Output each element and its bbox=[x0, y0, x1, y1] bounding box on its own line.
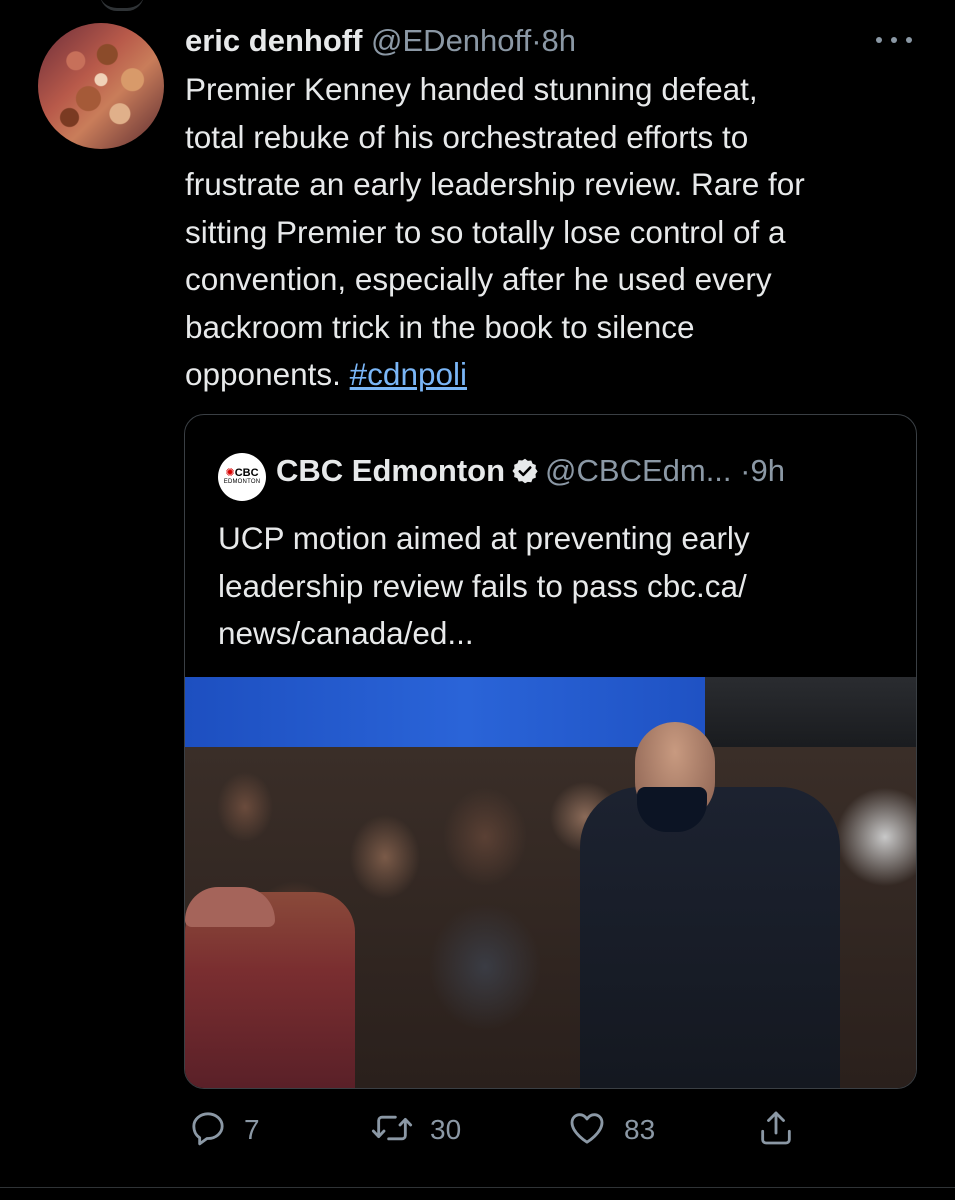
quoted-tweet-header: CBC Edmonton @CBCEdm... ·9h bbox=[276, 452, 785, 494]
quoted-tweet-body: UCP motion aimed at preventing early lea… bbox=[218, 515, 750, 658]
reply-count: 7 bbox=[244, 1114, 260, 1145]
tweet-timestamp[interactable]: 8h bbox=[542, 23, 576, 58]
tweet-text-line: frustrate an early leadership review. Ra… bbox=[185, 166, 805, 202]
reply-icon bbox=[188, 1108, 228, 1153]
quoted-text-line: UCP motion aimed at preventing early bbox=[218, 520, 750, 556]
more-options-icon[interactable] bbox=[876, 22, 912, 58]
tweet-body: Premier Kenney handed stunning defeat, t… bbox=[185, 66, 925, 399]
like-button[interactable]: 83 bbox=[566, 1108, 655, 1152]
thread-connector bbox=[100, 0, 144, 11]
tweet-text-line: backroom trick in the book to silence bbox=[185, 308, 695, 345]
tweet-text-line: Premier Kenney handed stunning defeat, bbox=[185, 71, 758, 107]
photo-man-in-suit bbox=[580, 787, 840, 1088]
author-handle[interactable]: @EDenhoff bbox=[371, 23, 531, 58]
author-name[interactable]: eric denhoff bbox=[185, 23, 362, 58]
quoted-author-handle[interactable]: @CBCEdm... bbox=[545, 453, 732, 488]
share-button[interactable] bbox=[756, 1108, 796, 1152]
cbc-logo-avatar[interactable]: ✺CBC EDMONTON bbox=[218, 453, 266, 501]
quoted-tweet-timestamp[interactable]: 9h bbox=[750, 453, 784, 488]
quoted-text-line: news/canada/ed... bbox=[218, 615, 474, 651]
tweet-text-line: opponents. bbox=[185, 356, 341, 392]
tweet-text-line: total rebuke of his orchestrated efforts… bbox=[185, 118, 749, 155]
tweet-text-line: sitting Premier to so totally lose contr… bbox=[185, 213, 786, 250]
share-icon bbox=[756, 1108, 796, 1153]
photo-knit-hat bbox=[185, 887, 275, 927]
cbc-logo-subtext: EDMONTON bbox=[223, 479, 261, 485]
separator-dot: · bbox=[531, 23, 542, 58]
tweet-text-last-line: opponents. #cdnpoli bbox=[185, 351, 925, 399]
quoted-tweet-card[interactable]: ✺CBC EDMONTON CBC Edmonton @CBCEdm... ·9h… bbox=[184, 414, 917, 1089]
tweet-header: eric denhoff @EDenhoff·8h bbox=[185, 22, 576, 60]
tweet-divider bbox=[0, 1187, 955, 1188]
quoted-tweet-photo[interactable] bbox=[185, 677, 916, 1088]
quoted-text-line: leadership review fails to pass cbc.ca/ bbox=[218, 567, 747, 604]
quoted-separator-dot: · bbox=[740, 453, 751, 488]
heart-icon bbox=[566, 1108, 608, 1153]
retweet-icon bbox=[370, 1108, 414, 1153]
retweet-count: 30 bbox=[430, 1114, 462, 1145]
reply-button[interactable]: 7 bbox=[188, 1108, 260, 1152]
author-avatar[interactable] bbox=[38, 23, 164, 149]
like-count: 83 bbox=[624, 1114, 656, 1145]
tweet-text-line: convention, especially after he used eve… bbox=[185, 261, 772, 297]
quoted-author-name[interactable]: CBC Edmonton bbox=[276, 453, 505, 488]
tweet-actions-bar: 7 30 83 bbox=[0, 1108, 955, 1156]
hashtag-link[interactable]: #cdnpoli bbox=[350, 356, 467, 392]
retweet-button[interactable]: 30 bbox=[370, 1108, 461, 1152]
cbc-gem-icon: ✺ bbox=[225, 467, 235, 479]
cbc-logo-text: CBC bbox=[234, 467, 259, 479]
verified-badge-icon bbox=[511, 456, 539, 494]
